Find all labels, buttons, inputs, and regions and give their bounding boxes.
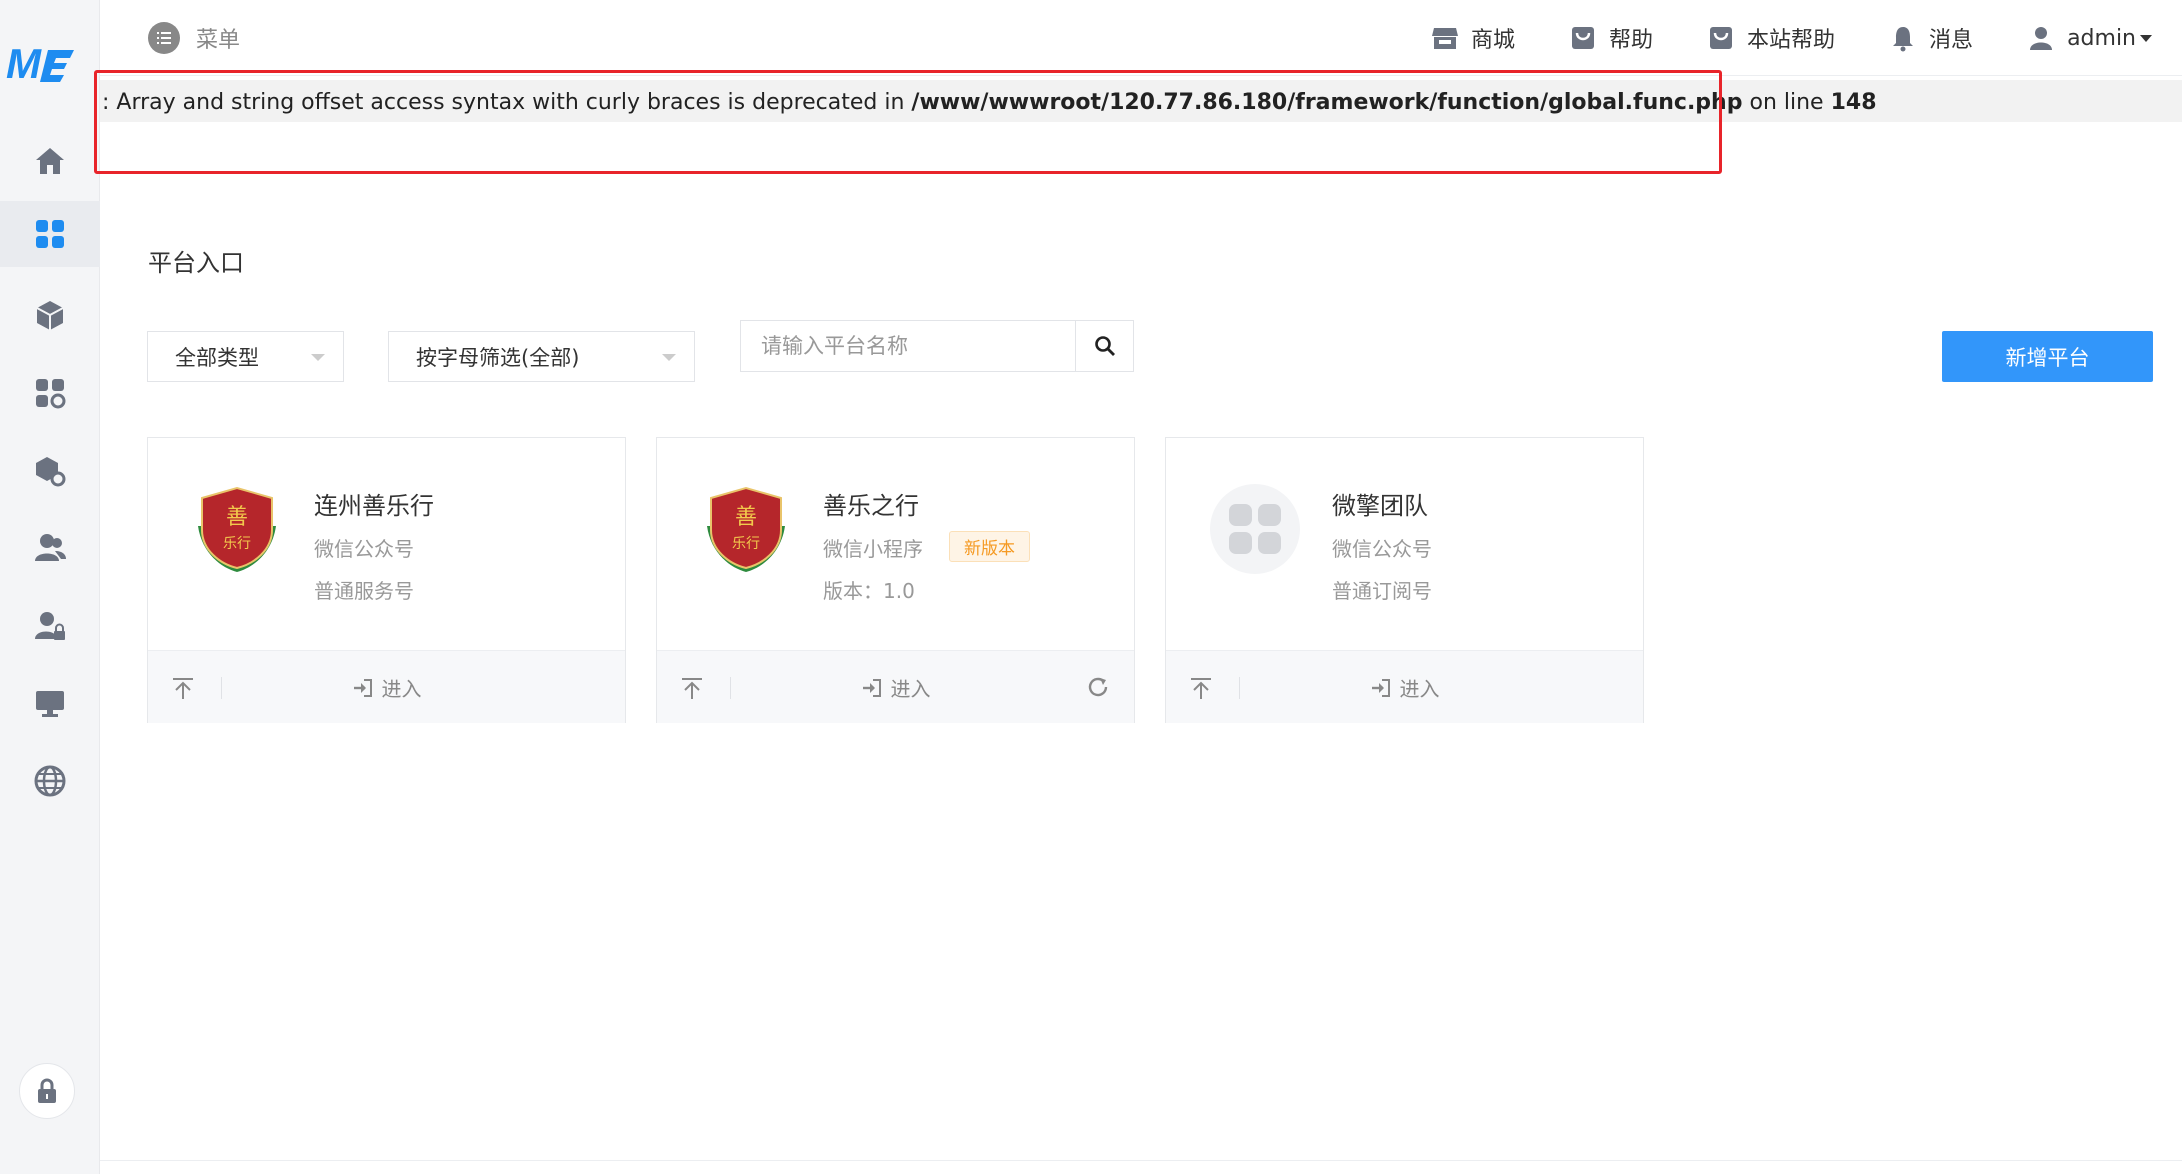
platform-card: 微擎团队 微信公众号 普通订阅号 进入: [1165, 437, 1644, 723]
error-highlight-box: [94, 70, 1722, 174]
user-icon: [2030, 27, 2053, 50]
card-type: 微信公众号: [314, 537, 414, 561]
search-icon: [1094, 336, 1115, 356]
sign-in-icon: [353, 678, 372, 697]
store-icon: [1432, 28, 1458, 49]
site-help-link[interactable]: 本站帮助: [1707, 22, 1835, 54]
nav-package-settings[interactable]: [0, 438, 100, 504]
users-icon: [35, 534, 66, 561]
chevron-down-icon: [311, 354, 325, 361]
search-input[interactable]: [741, 321, 1075, 371]
page-title: 平台入口: [148, 249, 244, 277]
error-line: 148: [1830, 90, 1877, 115]
menu-label: 菜单: [196, 28, 241, 53]
refresh-icon[interactable]: [1086, 675, 1110, 699]
svg-text:M: M: [6, 40, 42, 87]
sign-in-icon: [1371, 678, 1390, 697]
enter-label: 进入: [890, 677, 931, 701]
platform-card: 善 乐行 善乐之行 微信小程序 新版本 版本：1.0 进入: [656, 437, 1135, 723]
top-header: 菜单 商城 帮助 本站帮助 消息 admin: [100, 0, 2182, 76]
package-settings-icon: [36, 457, 66, 487]
letter-filter-value: 按字母筛选(全部): [416, 345, 580, 370]
new-version-badge: 新版本: [949, 531, 1030, 562]
messages-label: 消息: [1929, 28, 1974, 53]
grid-apps-icon: [36, 220, 64, 248]
default-grid-avatar: [1210, 484, 1300, 574]
help-bag-icon: [1572, 27, 1595, 49]
chevron-down-icon: [662, 354, 676, 361]
card-footer: 进入: [1166, 650, 1643, 723]
nav-platforms[interactable]: [0, 201, 100, 267]
card-footer: 进入: [657, 650, 1134, 723]
monitor-icon: [36, 691, 64, 717]
nav-site[interactable]: [0, 748, 100, 814]
enter-link[interactable]: 进入: [657, 673, 1134, 702]
nav-app-settings[interactable]: [0, 360, 100, 426]
card-version: 版本：1.0: [823, 579, 915, 603]
apps-settings-icon: [36, 379, 66, 409]
card-name: 连州善乐行: [314, 492, 434, 520]
cube-icon: [36, 301, 64, 330]
globe-icon: [34, 765, 66, 797]
site-help-label: 本站帮助: [1747, 28, 1836, 53]
help-link[interactable]: 帮助: [1569, 22, 1653, 54]
sign-in-icon: [862, 678, 881, 697]
enter-link[interactable]: 进入: [1166, 673, 1643, 702]
user-name: admin: [2067, 25, 2136, 51]
platform-card: 善 乐行 连州善乐行 微信公众号 普通服务号 进入: [147, 437, 626, 723]
type-filter-value: 全部类型: [175, 345, 259, 370]
sidebar: M: [0, 0, 100, 1174]
svg-text:善: 善: [735, 505, 757, 530]
shanlexing-badge-logo: 善 乐行: [198, 486, 276, 572]
top-links: 商城 帮助 本站帮助 消息 admin: [1377, 22, 2182, 54]
letter-filter-select[interactable]: 按字母筛选(全部): [388, 331, 695, 382]
search-button[interactable]: [1075, 321, 1133, 371]
svg-text:乐行: 乐行: [732, 536, 760, 552]
svg-text:乐行: 乐行: [223, 536, 251, 552]
home-icon: [36, 148, 64, 174]
user-menu[interactable]: admin: [2027, 24, 2152, 52]
card-type: 微信公众号: [1332, 537, 1432, 561]
lock-screen-button[interactable]: [19, 1063, 75, 1119]
store-link[interactable]: 商城: [1431, 22, 1515, 54]
chevron-down-icon: [2140, 35, 2152, 42]
store-label: 商城: [1471, 28, 1516, 53]
card-subtype: 普通服务号: [314, 579, 414, 603]
svg-text:善: 善: [226, 505, 248, 530]
bell-icon: [1893, 27, 1914, 52]
user-lock-icon: [35, 612, 65, 640]
menu-toggle[interactable]: 菜单: [148, 22, 240, 54]
card-body[interactable]: 善 乐行 连州善乐行 微信公众号 普通服务号: [148, 438, 625, 650]
error-mid: on line: [1742, 90, 1831, 115]
card-type: 微信小程序: [823, 537, 923, 561]
nav-users[interactable]: [0, 515, 100, 581]
nav-home[interactable]: [0, 128, 100, 194]
list-icon: [148, 22, 180, 54]
nav-user-permissions[interactable]: [0, 593, 100, 659]
nav-system[interactable]: [0, 670, 100, 736]
nav-modules[interactable]: [0, 282, 100, 348]
add-platform-button[interactable]: 新增平台: [1942, 331, 2153, 382]
card-name: 善乐之行: [823, 492, 919, 520]
enter-label: 进入: [381, 677, 422, 701]
messages-link[interactable]: 消息: [1889, 22, 1973, 54]
card-subtype: 普通订阅号: [1332, 579, 1432, 603]
lock-icon: [38, 1078, 56, 1103]
type-filter-select[interactable]: 全部类型: [147, 331, 344, 382]
platform-search: [740, 320, 1134, 372]
site-help-bag-icon: [1710, 27, 1733, 49]
card-body[interactable]: 微擎团队 微信公众号 普通订阅号: [1166, 438, 1643, 650]
card-name: 微擎团队: [1332, 492, 1428, 520]
shanlexing-badge-logo: 善 乐行: [707, 486, 785, 572]
footer-divider: [100, 1160, 2182, 1161]
brand-logo[interactable]: M: [4, 38, 78, 88]
enter-link[interactable]: 进入: [148, 673, 625, 702]
card-body[interactable]: 善 乐行 善乐之行 微信小程序 新版本 版本：1.0: [657, 438, 1134, 650]
card-footer: 进入: [148, 650, 625, 723]
enter-label: 进入: [1399, 677, 1440, 701]
help-label: 帮助: [1609, 28, 1654, 53]
